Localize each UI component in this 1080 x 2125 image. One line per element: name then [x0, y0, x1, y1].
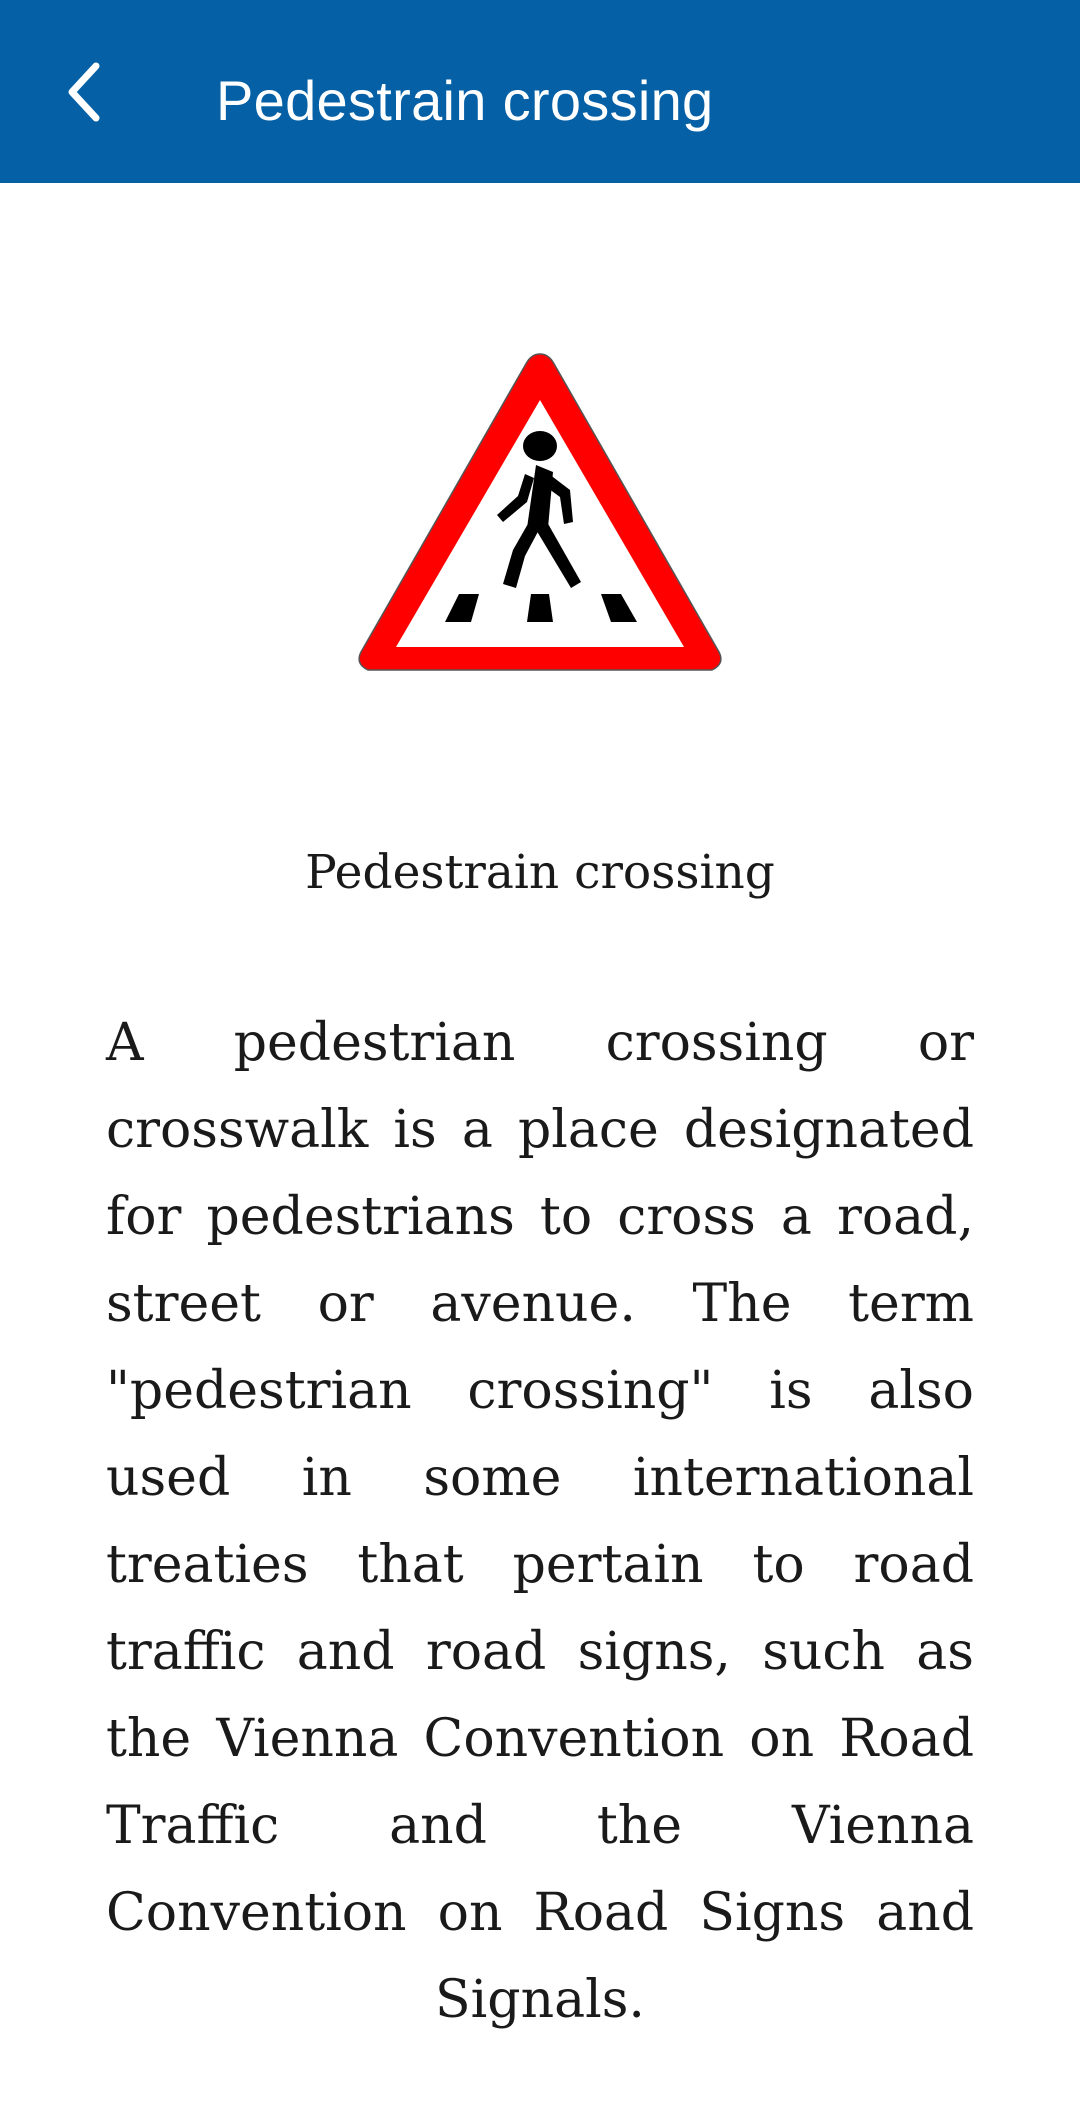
sign-caption: Pedestrain crossing [305, 845, 775, 900]
pedestrian-crossing-sign-icon [355, 350, 725, 675]
chevron-left-icon [68, 62, 100, 122]
back-button[interactable] [44, 52, 124, 132]
page-title: Pedestrain crossing [216, 69, 714, 132]
app-bar: Pedestrain crossing [0, 0, 1080, 183]
sign-description: A pedestrian crossing or crosswalk is a … [106, 1013, 974, 2030]
